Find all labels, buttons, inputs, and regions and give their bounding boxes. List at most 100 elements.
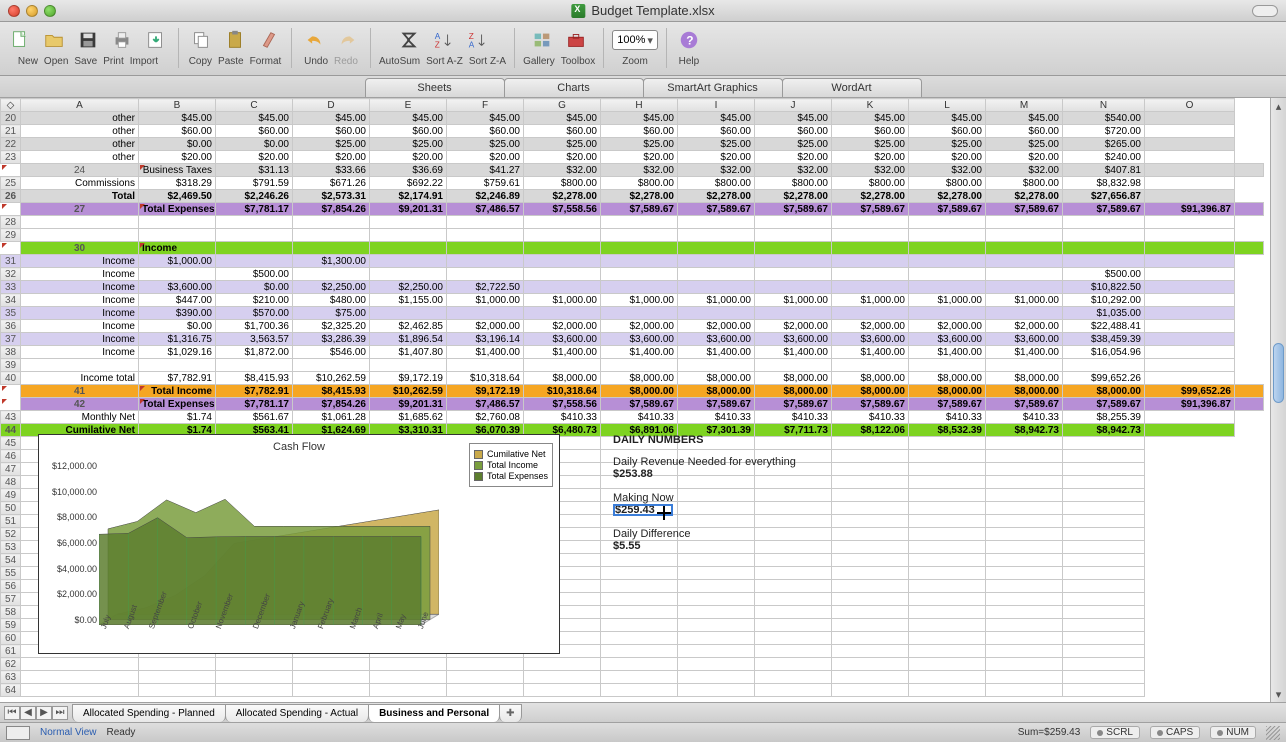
table-row[interactable]: 22other$0.00$0.00$25.00$25.00$25.00$25.0… <box>1 138 1264 151</box>
cell[interactable] <box>139 229 216 242</box>
cell[interactable]: $1,000.00 <box>139 255 216 268</box>
cell[interactable]: $20.00 <box>447 151 524 164</box>
cell[interactable] <box>909 489 986 502</box>
help-button[interactable]: ? <box>675 26 703 54</box>
cell[interactable]: $8,942.73 <box>986 424 1063 437</box>
table-row[interactable]: 62 <box>1 658 1264 671</box>
table-row[interactable]: 43Monthly Net$1.74$561.67$1,061.28$1,685… <box>1 411 1264 424</box>
column-header-C[interactable]: C <box>216 99 293 112</box>
cell[interactable]: $27,656.87 <box>1063 190 1145 203</box>
cell[interactable]: $3,600.00 <box>832 333 909 346</box>
column-header-E[interactable]: E <box>370 99 447 112</box>
cell[interactable] <box>678 255 755 268</box>
row-header[interactable]: 31 <box>1 255 21 268</box>
cell[interactable] <box>678 567 755 580</box>
cell[interactable] <box>832 359 909 372</box>
cell[interactable] <box>447 255 524 268</box>
cell[interactable] <box>293 671 370 684</box>
cell[interactable] <box>755 359 832 372</box>
save-button[interactable] <box>74 26 102 54</box>
cell[interactable]: $25.00 <box>678 138 755 151</box>
cell[interactable] <box>986 528 1063 541</box>
cell[interactable]: $570.00 <box>216 307 293 320</box>
cell[interactable] <box>1145 320 1235 333</box>
row-label[interactable] <box>21 229 139 242</box>
row-header[interactable]: 30 <box>21 242 139 255</box>
cell[interactable]: $7,486.57 <box>447 203 524 216</box>
cell[interactable] <box>601 645 678 658</box>
cell[interactable] <box>755 255 832 268</box>
cell[interactable]: $1,896.54 <box>370 333 447 346</box>
tab-next-button[interactable]: ▶ <box>36 706 52 720</box>
vertical-scrollbar[interactable]: ▴ ▾ <box>1270 98 1286 702</box>
cell[interactable]: $540.00 <box>1063 112 1145 125</box>
worksheet-tab-active[interactable]: Business and Personal <box>368 704 500 722</box>
row-label[interactable]: Income <box>21 307 139 320</box>
row-header[interactable]: 33 <box>1 281 21 294</box>
cell[interactable]: $7,589.67 <box>1063 398 1145 411</box>
cell[interactable]: $2,000.00 <box>524 320 601 333</box>
cell[interactable]: $20.00 <box>909 151 986 164</box>
cell[interactable]: $1,316.75 <box>139 333 216 346</box>
cell[interactable] <box>755 684 832 697</box>
cell[interactable]: $0.00 <box>139 320 216 333</box>
cell[interactable] <box>1145 255 1235 268</box>
cell[interactable]: $45.00 <box>601 112 678 125</box>
cell[interactable] <box>1145 229 1235 242</box>
cell[interactable] <box>1235 164 1264 177</box>
cell[interactable] <box>909 645 986 658</box>
row-label[interactable]: Income total <box>21 372 139 385</box>
cell[interactable] <box>678 658 755 671</box>
cell[interactable] <box>524 281 601 294</box>
table-row[interactable]: 20other$45.00$45.00$45.00$45.00$45.00$45… <box>1 112 1264 125</box>
cell[interactable] <box>370 255 447 268</box>
cell[interactable] <box>1145 424 1235 437</box>
cell[interactable]: $759.61 <box>447 177 524 190</box>
add-worksheet-button[interactable]: ✚ <box>499 704 521 722</box>
cell[interactable] <box>216 229 293 242</box>
cell[interactable] <box>370 359 447 372</box>
cell[interactable]: $2,000.00 <box>909 320 986 333</box>
cell[interactable] <box>986 255 1063 268</box>
cell[interactable] <box>755 268 832 281</box>
cell[interactable] <box>678 619 755 632</box>
cell[interactable]: $390.00 <box>139 307 216 320</box>
cell[interactable] <box>216 359 293 372</box>
column-header-M[interactable]: M <box>986 99 1063 112</box>
cell[interactable]: $2,573.31 <box>293 190 370 203</box>
cell[interactable]: $45.00 <box>216 112 293 125</box>
cell[interactable]: $60.00 <box>832 125 909 138</box>
row-label[interactable]: Income <box>139 242 216 255</box>
cell[interactable]: $1,400.00 <box>678 346 755 359</box>
cell[interactable] <box>909 463 986 476</box>
cell[interactable]: $692.22 <box>370 177 447 190</box>
cell[interactable]: $1,000.00 <box>447 294 524 307</box>
cell[interactable] <box>1145 307 1235 320</box>
cell[interactable]: $7,486.57 <box>447 398 524 411</box>
cell[interactable] <box>1235 242 1264 255</box>
cell[interactable]: $45.00 <box>832 112 909 125</box>
cell[interactable]: $60.00 <box>601 125 678 138</box>
column-header-I[interactable]: I <box>678 99 755 112</box>
tab-first-button[interactable]: ⏮ <box>4 706 20 720</box>
cell[interactable] <box>447 229 524 242</box>
cell[interactable] <box>1235 203 1264 216</box>
cell[interactable]: $8,000.00 <box>601 385 678 398</box>
cell[interactable]: $20.00 <box>216 151 293 164</box>
cell[interactable]: $7,854.26 <box>293 398 370 411</box>
cell[interactable]: $8,415.93 <box>216 372 293 385</box>
cell[interactable]: $1,061.28 <box>293 411 370 424</box>
cell[interactable] <box>832 658 909 671</box>
cell[interactable] <box>370 671 447 684</box>
cell[interactable] <box>832 567 909 580</box>
cell[interactable]: $2,278.00 <box>524 190 601 203</box>
cell[interactable] <box>601 242 678 255</box>
cell[interactable]: $2,174.91 <box>370 190 447 203</box>
cell[interactable]: $32.00 <box>601 164 678 177</box>
cell[interactable] <box>1063 242 1145 255</box>
cell[interactable] <box>524 307 601 320</box>
cell[interactable] <box>678 671 755 684</box>
worksheet-tab[interactable]: Allocated Spending - Planned <box>72 704 226 722</box>
cell[interactable]: $410.33 <box>601 411 678 424</box>
cell[interactable] <box>1063 463 1145 476</box>
